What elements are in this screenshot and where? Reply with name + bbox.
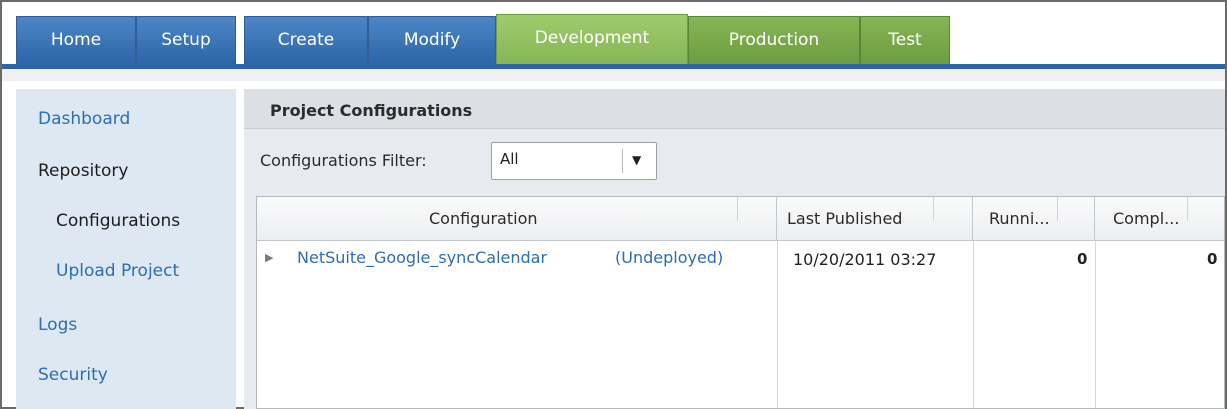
column-divider xyxy=(973,241,974,408)
tab-shadow xyxy=(2,69,1225,81)
tab-modify[interactable]: Modify xyxy=(368,16,496,64)
column-header-label: Last Published xyxy=(787,209,903,228)
column-resize-handle[interactable] xyxy=(737,197,738,221)
sidebar: Dashboard Repository Configurations Uplo… xyxy=(16,89,236,409)
tab-setup[interactable]: Setup xyxy=(136,16,236,64)
column-divider xyxy=(1095,241,1096,408)
sidebar-item-repository[interactable]: Repository xyxy=(38,161,128,181)
expand-row-icon[interactable]: ▶ xyxy=(265,251,273,264)
sidebar-item-configurations[interactable]: Configurations xyxy=(56,211,180,231)
column-header-label: Compl... xyxy=(1113,209,1180,228)
app-window: Home Setup Create Modify Development Pro… xyxy=(0,0,1227,409)
configurations-filter-select[interactable]: All ▼ xyxy=(491,142,657,180)
completed-count-cell: 0 xyxy=(1207,250,1218,268)
tab-development[interactable]: Development xyxy=(496,14,688,66)
filter-value: All xyxy=(500,150,519,168)
deployment-status[interactable]: (Undeployed) xyxy=(615,248,723,267)
filter-label: Configurations Filter: xyxy=(260,151,427,170)
tab-create[interactable]: Create xyxy=(244,16,368,64)
tab-separator xyxy=(236,16,244,64)
running-count-cell: 0 xyxy=(1077,250,1088,268)
column-header-running[interactable]: Runni... xyxy=(973,197,1095,240)
column-header-configuration[interactable]: Configuration xyxy=(257,197,777,240)
configuration-name-link[interactable]: NetSuite_Google_syncCalendar xyxy=(297,248,547,267)
column-header-label: Runni... xyxy=(989,209,1050,228)
tab-home[interactable]: Home xyxy=(16,16,136,64)
sidebar-item-dashboard[interactable]: Dashboard xyxy=(38,109,130,129)
configurations-table: Configuration Last Published Runni... Co… xyxy=(256,196,1225,409)
column-header-last-published[interactable]: Last Published xyxy=(777,197,973,240)
column-resize-handle[interactable] xyxy=(933,197,934,221)
tab-production[interactable]: Production xyxy=(688,16,860,64)
column-resize-handle[interactable] xyxy=(1057,197,1058,221)
sidebar-item-upload-project[interactable]: Upload Project xyxy=(56,261,179,281)
tab-bar: Home Setup Create Modify Development Pro… xyxy=(2,2,1225,68)
tab-test[interactable]: Test xyxy=(860,16,950,64)
select-divider xyxy=(622,149,623,173)
column-header-label: Configuration xyxy=(429,209,538,228)
sidebar-item-security[interactable]: Security xyxy=(38,365,108,385)
last-published-cell: 10/20/2011 03:27 xyxy=(793,250,937,269)
column-divider xyxy=(777,241,778,408)
table-header: Configuration Last Published Runni... Co… xyxy=(257,197,1224,241)
column-resize-handle[interactable] xyxy=(1187,197,1188,221)
chevron-down-icon[interactable]: ▼ xyxy=(632,153,641,167)
panel-header: Project Configurations xyxy=(244,89,1225,129)
page-title: Project Configurations xyxy=(270,101,473,120)
column-header-completed[interactable]: Compl... xyxy=(1095,197,1225,240)
sidebar-item-logs[interactable]: Logs xyxy=(38,315,77,335)
